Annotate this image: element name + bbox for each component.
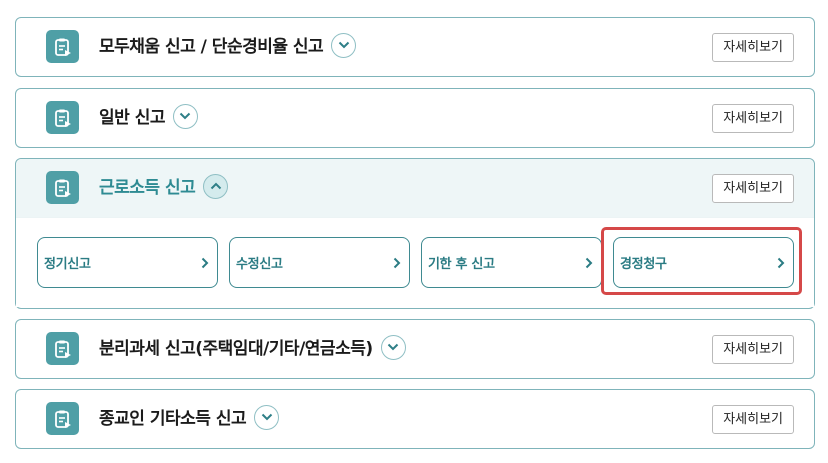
chevron-down-icon[interactable]	[331, 32, 357, 58]
section-title: 종교인 기타소득 신고	[99, 390, 280, 448]
section-religious-income-report: 종교인 기타소득 신고 자세히보기	[15, 389, 815, 449]
document-edit-icon	[46, 402, 79, 435]
section-header[interactable]: 모두채움 신고 / 단순경비율 신고 자세히보기	[16, 18, 814, 76]
sub-item-label: 수정신고	[236, 257, 283, 272]
document-edit-icon	[46, 332, 79, 365]
section-title: 일반 신고	[99, 89, 198, 147]
sub-item-label: 기한 후 신고	[428, 257, 495, 272]
section-title-text: 종교인 기타소득 신고	[99, 409, 247, 429]
section-title: 모두채움 신고 / 단순경비율 신고	[99, 18, 357, 76]
chevron-right-icon	[585, 257, 593, 269]
detail-button[interactable]: 자세히보기	[712, 174, 794, 203]
section-title-text: 근로소득 신고	[99, 178, 196, 198]
sub-item-amended-report[interactable]: 수정신고	[229, 237, 410, 288]
section-simple-report: 모두채움 신고 / 단순경비율 신고 자세히보기	[15, 17, 815, 77]
chevron-down-icon[interactable]	[172, 103, 198, 129]
chevron-right-icon	[393, 257, 401, 269]
detail-button[interactable]: 자세히보기	[712, 405, 794, 434]
section-separate-taxation-report: 분리과세 신고(주택임대/기타/연금소득) 자세히보기	[15, 319, 815, 379]
detail-button[interactable]: 자세히보기	[712, 104, 794, 133]
detail-button[interactable]: 자세히보기	[712, 33, 794, 62]
chevron-down-icon[interactable]	[380, 334, 406, 360]
section-header[interactable]: 분리과세 신고(주택임대/기타/연금소득) 자세히보기	[16, 320, 814, 378]
section-title-text: 일반 신고	[99, 108, 165, 128]
section-title-text: 모두채움 신고 / 단순경비율 신고	[99, 37, 324, 57]
chevron-up-icon[interactable]	[203, 173, 229, 199]
document-edit-icon	[46, 101, 79, 134]
chevron-right-icon	[201, 257, 209, 269]
section-header[interactable]: 종교인 기타소득 신고 자세히보기	[16, 390, 814, 448]
section-title: 근로소득 신고	[99, 159, 229, 217]
detail-button[interactable]: 자세히보기	[712, 335, 794, 364]
sub-item-regular-report[interactable]: 정기신고	[37, 237, 218, 288]
section-general-report: 일반 신고 자세히보기	[15, 88, 815, 148]
highlight-box	[601, 227, 802, 295]
section-title: 분리과세 신고(주택임대/기타/연금소득)	[99, 320, 406, 378]
sub-item-late-report[interactable]: 기한 후 신고	[421, 237, 602, 288]
section-header[interactable]: 근로소득 신고 자세히보기	[16, 159, 814, 217]
document-edit-icon	[46, 30, 79, 63]
section-title-text: 분리과세 신고(주택임대/기타/연금소득)	[99, 339, 373, 359]
document-edit-icon	[46, 171, 79, 204]
sub-item-label: 정기신고	[44, 257, 91, 272]
section-header[interactable]: 일반 신고 자세히보기	[16, 89, 814, 147]
chevron-down-icon[interactable]	[254, 404, 280, 430]
